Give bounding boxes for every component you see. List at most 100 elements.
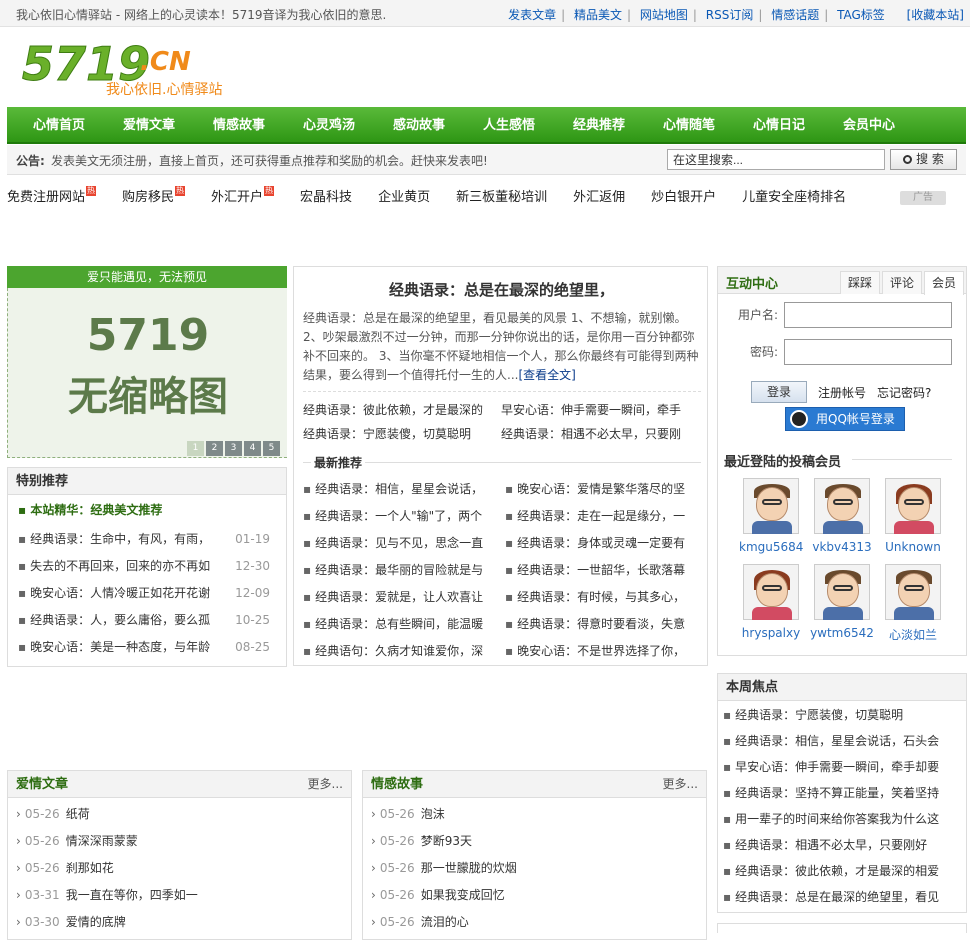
login-button[interactable]: 登录 — [751, 381, 807, 403]
tab-members[interactable]: 会员 — [924, 271, 964, 295]
nav-love[interactable]: 爱情文章 — [123, 107, 213, 144]
list-item[interactable]: › 05-26 情深深雨蒙蒙 — [16, 828, 346, 855]
avatar[interactable] — [814, 478, 870, 534]
avatar[interactable] — [743, 478, 799, 534]
list-item[interactable]: ▪ 经典语录：有时候，与其多心， — [505, 584, 701, 611]
read-more-link[interactable]: [查看全文] — [518, 368, 575, 382]
list-item[interactable]: ▪ 经典语录：一世韶华，长歌落幕 — [505, 557, 701, 584]
nav-classic[interactable]: 经典推荐 — [573, 107, 663, 144]
list-item[interactable]: ▪ 经典语录：彼此依赖，才是最深的相爱 — [723, 858, 961, 884]
avatar[interactable] — [743, 564, 799, 620]
headline[interactable]: 经典语录：总是在最深的绝望里， — [294, 279, 709, 300]
avatar[interactable] — [885, 564, 941, 620]
slide-page-2[interactable]: 2 — [206, 441, 223, 456]
list-item[interactable]: › 03-30 爱情的底牌 — [16, 909, 346, 936]
list-item[interactable]: ▪ 经典语录：坚持不算正能量，笑着坚持 — [723, 780, 961, 806]
love-more-link[interactable]: 更多... — [308, 771, 343, 798]
list-item[interactable]: › 03-31 我一直在等你，四季如一 — [16, 882, 346, 909]
search-button[interactable]: 搜 索 — [890, 149, 957, 170]
top-link-rss[interactable]: RSS订阅 — [706, 8, 754, 22]
register-link[interactable]: 注册帐号 — [818, 384, 866, 401]
nav-touching[interactable]: 感动故事 — [393, 107, 483, 144]
list-item[interactable]: ▪ 经典语录：相信，星星会说话，石头会 — [723, 728, 961, 754]
slide-page-1[interactable]: 1 — [187, 441, 204, 456]
list-item[interactable]: ▪ 经典语录：爱就是，让人欢喜让 — [303, 584, 498, 611]
list-item[interactable]: ▪ 经典语录：得意时要看淡，失意 — [505, 611, 701, 638]
list-item[interactable]: ▪ 经典语录：总是在最深的绝望里，看见 — [723, 884, 961, 910]
pair-link[interactable]: 经典语录：彼此依赖，才是最深的 — [303, 401, 493, 418]
avatar[interactable] — [814, 564, 870, 620]
member-name[interactable]: kmgu5684 — [739, 540, 803, 554]
tab-comments[interactable]: 评论 — [882, 271, 922, 294]
nav-home[interactable]: 心情首页 — [33, 107, 123, 144]
nav-essay[interactable]: 心情随笔 — [663, 107, 753, 144]
member-name[interactable]: vkbv4313 — [810, 540, 874, 554]
member-name[interactable]: hryspalxy — [739, 626, 803, 640]
member-name[interactable]: ywtm6542 — [810, 626, 874, 640]
ad-link[interactable]: 宏晶科技 — [300, 186, 352, 205]
nav-member[interactable]: 会员中心 — [843, 107, 933, 144]
top-link-sitemap[interactable]: 网站地图 — [640, 8, 688, 22]
list-item[interactable]: › 05-26 如果我变成回忆 — [371, 882, 701, 909]
list-item[interactable]: ▪ 晚安心语：人情冷暖正如花开花谢 12-09 — [18, 580, 286, 607]
list-item[interactable]: ▪ 经典语录：人，要么庸俗，要么孤 10-25 — [18, 607, 286, 634]
site-logo[interactable]: 5719 .CN 我心依旧.心情驿站 — [22, 36, 242, 102]
list-item[interactable]: ▪ 晚安心语：美是一种态度，与年龄 08-25 — [18, 634, 286, 661]
pair-link[interactable]: 经典语录：宁愿装傻，切莫聪明 — [303, 425, 493, 442]
top-link-essays[interactable]: 精品美文 — [574, 8, 622, 22]
list-item[interactable]: › 05-26 梦断93天 — [371, 828, 701, 855]
ad-link[interactable]: 炒白银开户 — [651, 186, 716, 205]
qq-login-button[interactable]: 用QQ帐号登录 — [785, 407, 905, 431]
tab-cai[interactable]: 踩踩 — [840, 271, 880, 294]
bookmark-link[interactable]: [收藏本站] — [907, 8, 964, 22]
list-item[interactable]: › 05-26 流泪的心 — [371, 909, 701, 936]
special-featured[interactable]: ▪ 本站精华：经典美文推荐 — [18, 501, 162, 518]
top-link-topics[interactable]: 情感话题 — [771, 8, 819, 22]
member-name[interactable]: Unknown — [881, 540, 945, 554]
slide-page-5[interactable]: 5 — [263, 441, 280, 456]
list-item[interactable]: ▪ 经典语录：相信，星星会说话， — [303, 476, 498, 503]
list-item[interactable]: › 05-26 那一世朦胧的炊烟 — [371, 855, 701, 882]
ad-link[interactable]: 外汇返佣 — [573, 186, 625, 205]
list-item[interactable]: ▪ 经典语录：见与不见，思念一直 — [303, 530, 498, 557]
top-link-post[interactable]: 发表文章 — [508, 8, 556, 22]
avatar[interactable] — [885, 478, 941, 534]
top-link-tags[interactable]: TAG标签 — [837, 8, 885, 22]
emotion-more-link[interactable]: 更多... — [663, 771, 698, 798]
list-item[interactable]: ▪ 经典语录：宁愿装傻，切莫聪明 — [723, 702, 961, 728]
pair-link[interactable]: 早安心语：伸手需要一瞬间，牵手 — [501, 401, 701, 418]
password-input[interactable] — [784, 339, 952, 365]
slideshow-caption[interactable]: 爱只能遇见，无法预见 — [7, 266, 287, 288]
list-item[interactable]: ▪ 用一辈子的时间来给你答案我为什么这 — [723, 806, 961, 832]
nav-soup[interactable]: 心灵鸡汤 — [303, 107, 393, 144]
forgot-password-link[interactable]: 忘记密码? — [877, 384, 931, 401]
nav-life[interactable]: 人生感悟 — [483, 107, 573, 144]
list-item[interactable]: ▪ 经典语句：久病才知谁爱你，深 — [303, 638, 498, 665]
pair-link[interactable]: 经典语录：相遇不必太早，只要刚 — [501, 425, 701, 442]
member-name[interactable]: 心淡如兰 — [881, 626, 945, 643]
ad-link[interactable]: 儿童安全座椅排名 — [742, 186, 846, 205]
list-item[interactable]: › 05-26 纸荷 — [16, 801, 346, 828]
list-item[interactable]: ▪ 经典语录：相遇不必太早，只要刚好 — [723, 832, 961, 858]
username-input[interactable] — [784, 302, 952, 328]
ad-link[interactable]: 新三板董秘培训 — [456, 186, 547, 205]
list-item[interactable]: ▪ 经典语录：走在一起是缘分，一 — [505, 503, 701, 530]
slideshow-image[interactable]: 5719 无缩略图 — [7, 288, 287, 458]
list-item[interactable]: › 05-26 刹那如花 — [16, 855, 346, 882]
list-item[interactable]: ▪ 失去的不再回来，回来的亦不再如 12-30 — [18, 553, 286, 580]
list-item[interactable]: ▪ 经典语录：身体或灵魂一定要有 — [505, 530, 701, 557]
ad-link[interactable]: 企业黄页 — [378, 186, 430, 205]
list-item[interactable]: › 05-26 泡沫 — [371, 801, 701, 828]
ad-link[interactable]: 购房移民热 — [122, 186, 186, 205]
nav-diary[interactable]: 心情日记 — [753, 107, 843, 144]
list-item[interactable]: ▪ 经典语录：最华丽的冒险就是与 — [303, 557, 498, 584]
ad-link[interactable]: 免费注册网站热 — [7, 186, 97, 205]
list-item[interactable]: ▪ 经典语录：总有些瞬间，能温暖 — [303, 611, 498, 638]
list-item[interactable]: ▪ 早安心语：伸手需要一瞬间，牵手却要 — [723, 754, 961, 780]
search-input[interactable] — [667, 149, 885, 170]
slide-page-3[interactable]: 3 — [225, 441, 242, 456]
list-item[interactable]: ▪ 晚安心语：不是世界选择了你， — [505, 638, 701, 665]
ad-link[interactable]: 外汇开户热 — [211, 186, 275, 205]
nav-emotion[interactable]: 情感故事 — [213, 107, 303, 144]
list-item[interactable]: ▪ 晚安心语：爱情是繁华落尽的坚 — [505, 476, 701, 503]
